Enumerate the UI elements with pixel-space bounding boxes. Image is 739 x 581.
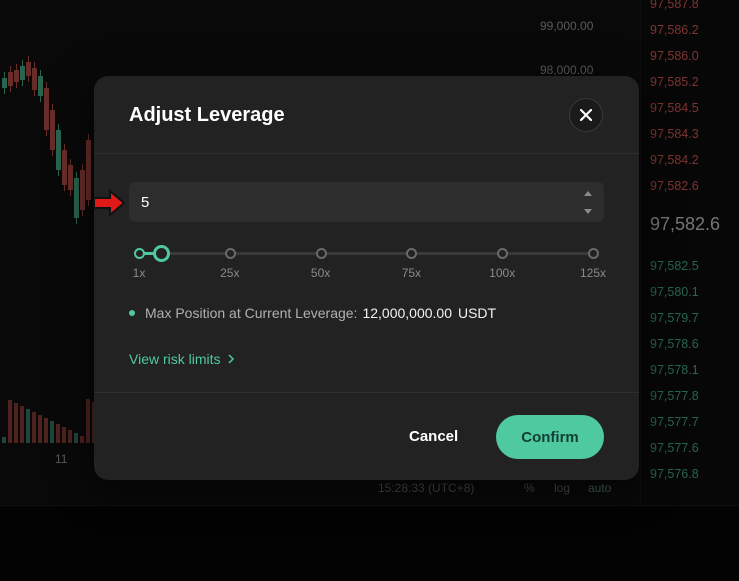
slider-tick-25x[interactable] — [224, 248, 236, 259]
chevron-right-icon — [228, 354, 235, 364]
slider-tick-1x[interactable] — [134, 248, 145, 259]
divider — [94, 153, 639, 154]
view-risk-limits-link[interactable]: View risk limits — [129, 351, 235, 367]
slider-thumb[interactable] — [152, 245, 170, 262]
max-position-unit: USDT — [457, 305, 497, 321]
chevron-down-icon — [584, 208, 592, 214]
decrement-button[interactable] — [578, 203, 598, 219]
close-button[interactable] — [569, 98, 603, 132]
leverage-input-box — [129, 182, 604, 222]
slider-tick-75x[interactable] — [406, 248, 418, 259]
adjust-leverage-dialog: Adjust Leverage Max Position at Current … — [94, 76, 639, 480]
slider-tick-label: 75x — [401, 266, 422, 280]
divider — [94, 392, 639, 393]
slider-tick-50x[interactable] — [315, 248, 327, 259]
slider-track — [140, 252, 596, 255]
leverage-input[interactable] — [141, 182, 561, 222]
risk-link-label: View risk limits — [129, 351, 221, 367]
slider-tick-label: 125x — [579, 266, 607, 280]
arrow-pointer-icon — [93, 188, 126, 218]
status-dot — [129, 310, 135, 316]
cancel-button[interactable]: Cancel — [409, 428, 458, 445]
max-position-value: 12,000,000.00 — [362, 305, 452, 321]
chevron-up-icon — [584, 190, 592, 196]
max-position-label: Max Position at Current Leverage: — [145, 305, 358, 321]
dialog-title: Adjust Leverage — [129, 104, 285, 126]
slider-tick-label: 25x — [220, 266, 240, 280]
increment-button[interactable] — [578, 185, 598, 201]
slider-tick-label: 50x — [310, 266, 331, 280]
leverage-slider[interactable] — [134, 242, 599, 264]
slider-tick-125x[interactable] — [588, 248, 599, 259]
slider-tick-label: 100x — [489, 266, 516, 280]
slider-tick-100x[interactable] — [497, 248, 509, 259]
max-position-info: Max Position at Current Leverage: 12,000… — [129, 305, 496, 321]
slider-tick-label: 1x — [132, 266, 146, 280]
leverage-stepper — [578, 185, 598, 219]
close-icon — [580, 109, 592, 121]
confirm-button[interactable]: Confirm — [496, 415, 604, 459]
